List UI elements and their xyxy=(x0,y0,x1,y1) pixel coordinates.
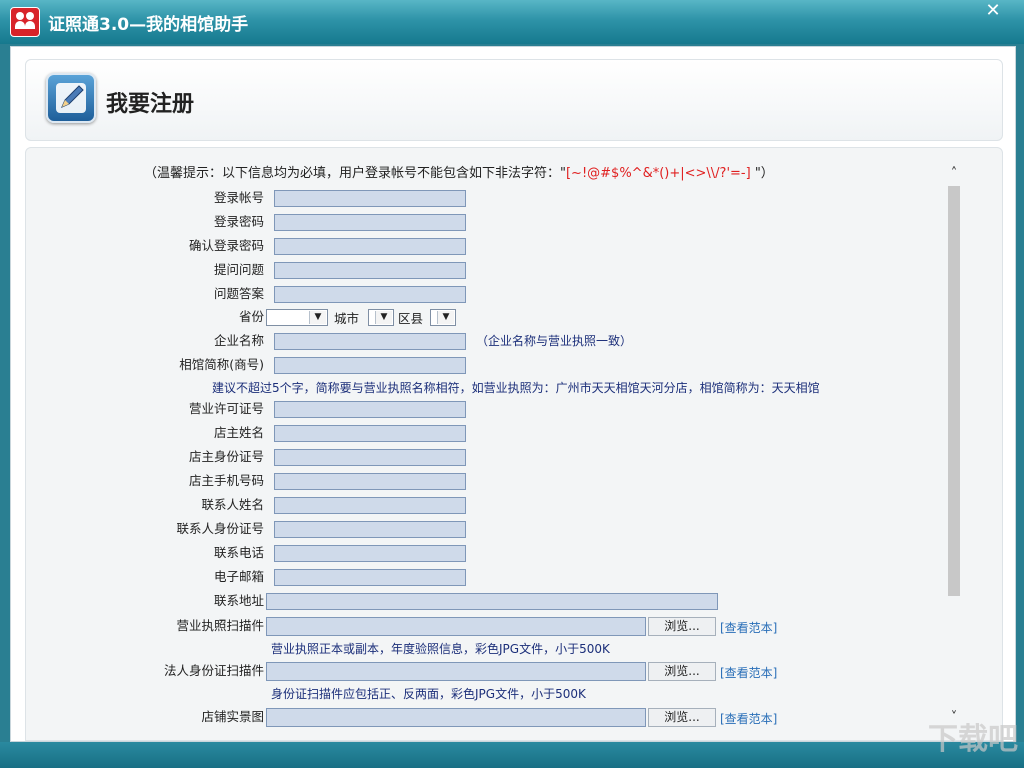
label-address: 联系地址 xyxy=(213,593,264,608)
watermark-logo: 下载吧 xyxy=(928,722,1018,757)
login-account-input[interactable] xyxy=(274,190,466,207)
label-answer: 问题答案 xyxy=(213,286,264,301)
owner-id-input[interactable] xyxy=(274,449,466,466)
label-studio-short: 相馆简称(商号) xyxy=(179,357,264,372)
vertical-scrollbar[interactable]: ˄ ˅ xyxy=(946,166,962,726)
login-password-input[interactable] xyxy=(274,214,466,231)
label-owner-name: 店主姓名 xyxy=(213,425,264,440)
illegal-chars: [~!@#$%^&*()+|<>\\/?'=-] xyxy=(565,166,751,181)
label-province: 省份 xyxy=(238,309,264,324)
license-sample-link[interactable]: [查看范本] xyxy=(720,619,777,637)
label-login-password: 登录密码 xyxy=(213,214,264,229)
id-scan-input[interactable] xyxy=(266,662,646,681)
label-email: 电子邮箱 xyxy=(213,569,264,584)
id-sample-link[interactable]: [查看范本] xyxy=(720,664,777,682)
contact-phone-input[interactable] xyxy=(274,545,466,562)
owner-name-input[interactable] xyxy=(274,425,466,442)
chevron-down-icon: ▼ xyxy=(375,311,392,324)
title-bar: 证照通3.0—我的相馆助手 ✕ xyxy=(0,0,1024,44)
license-browse-button[interactable]: 浏览... xyxy=(648,617,716,636)
chevron-down-icon: ▼ xyxy=(309,311,326,324)
label-contact-phone: 联系电话 xyxy=(213,545,264,560)
chevron-down-icon: ▼ xyxy=(437,311,454,324)
label-owner-id: 店主身份证号 xyxy=(188,449,264,464)
license-no-input[interactable] xyxy=(274,401,466,418)
label-company-name: 企业名称 xyxy=(213,333,264,348)
license-scan-hint: 营业执照正本或副本，年度验照信息，彩色JPG文件，小于500K xyxy=(271,642,610,656)
label-license-no: 营业许可证号 xyxy=(188,401,264,416)
studio-hint: 建议不超过5个字，简称要与营业执照名称相符，如营业执照为：广州市天天相馆天河分店… xyxy=(212,381,820,395)
label-shop-photo: 店铺实景图 xyxy=(201,709,264,724)
label-login-account: 登录帐号 xyxy=(213,190,264,205)
registration-form: （温馨提示：以下信息均为必填，用户登录帐号不能包含如下非法字符："[~!@#$%… xyxy=(25,147,1003,741)
notice-text: （温馨提示：以下信息均为必填，用户登录帐号不能包含如下非法字符："[~!@#$%… xyxy=(144,166,774,181)
contact-name-input[interactable] xyxy=(274,497,466,514)
bottom-bar xyxy=(0,742,1024,768)
label-confirm-password: 确认登录密码 xyxy=(188,238,264,253)
header-panel: 我要注册 xyxy=(25,59,1003,141)
label-contact-name: 联系人姓名 xyxy=(201,497,264,512)
province-select[interactable]: ▼ xyxy=(266,309,328,326)
contact-id-input[interactable] xyxy=(274,521,466,538)
label-owner-mobile: 店主手机号码 xyxy=(188,473,264,488)
company-name-input[interactable] xyxy=(274,333,466,350)
close-button[interactable]: ✕ xyxy=(980,2,1006,22)
city-select[interactable]: ▼ xyxy=(368,309,394,326)
label-id-scan: 法人身份证扫描件 xyxy=(163,663,264,678)
label-question: 提问问题 xyxy=(213,262,264,277)
address-input[interactable] xyxy=(266,593,718,610)
window-title: 证照通3.0—我的相馆助手 xyxy=(48,15,249,35)
confirm-password-input[interactable] xyxy=(274,238,466,255)
question-input[interactable] xyxy=(274,262,466,279)
shop-sample-link[interactable]: [查看范本] xyxy=(720,710,777,728)
district-select[interactable]: ▼ xyxy=(430,309,456,326)
license-scan-input[interactable] xyxy=(266,617,646,636)
label-district: 区县 xyxy=(398,311,424,326)
id-browse-button[interactable]: 浏览... xyxy=(648,662,716,681)
page-title: 我要注册 xyxy=(106,92,195,117)
app-logo-icon xyxy=(10,7,40,37)
email-input[interactable] xyxy=(274,569,466,586)
shop-browse-button[interactable]: 浏览... xyxy=(648,708,716,727)
company-hint: （企业名称与营业执照一致） xyxy=(476,334,633,348)
label-contact-id: 联系人身份证号 xyxy=(176,521,264,536)
studio-short-input[interactable] xyxy=(274,357,466,374)
scroll-thumb[interactable] xyxy=(948,186,960,596)
owner-mobile-input[interactable] xyxy=(274,473,466,490)
register-pencil-icon xyxy=(46,73,96,123)
shop-photo-input[interactable] xyxy=(266,708,646,727)
id-scan-hint: 身份证扫描件应包括正、反两面，彩色JPG文件，小于500K xyxy=(271,687,586,701)
main-frame: 我要注册 （温馨提示：以下信息均为必填，用户登录帐号不能包含如下非法字符："[~… xyxy=(10,46,1016,742)
answer-input[interactable] xyxy=(274,286,466,303)
label-license-scan: 营业执照扫描件 xyxy=(176,618,264,633)
scroll-up-icon[interactable]: ˄ xyxy=(946,166,962,182)
label-city: 城市 xyxy=(334,311,360,326)
